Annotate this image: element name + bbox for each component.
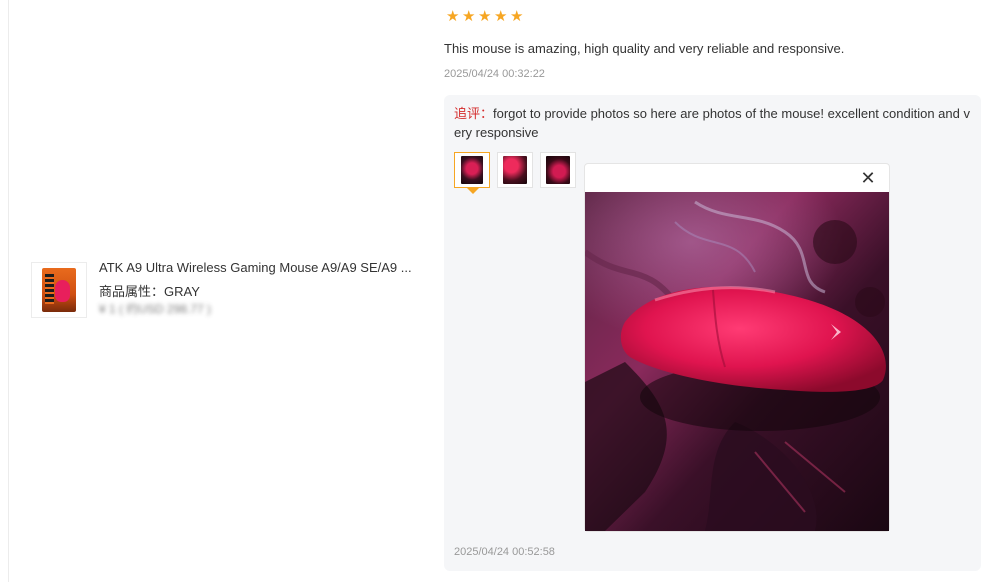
- review-photo-mouse[interactable]: [585, 192, 889, 531]
- followup-date: 2025/04/24 00:52:58: [454, 546, 555, 558]
- photo-thumbnail-image: [461, 156, 483, 184]
- product-title[interactable]: ATK A9 Ultra Wireless Gaming Mouse A9/A9…: [99, 260, 412, 275]
- followup-prefix: 追评：: [454, 106, 494, 121]
- photo-viewer: ✕: [584, 163, 890, 532]
- review-date: 2025/04/24 00:32:22: [444, 68, 545, 80]
- product-info: ATK A9 Ultra Wireless Gaming Mouse A9/A9…: [31, 260, 421, 322]
- followup-text-block: 追评：forgot to provide photos so here are …: [454, 104, 974, 142]
- photo-thumbnail-3[interactable]: [540, 152, 576, 188]
- close-icon[interactable]: ✕: [859, 169, 877, 187]
- photo-thumbnail-image: [546, 156, 570, 184]
- product-thumbnail[interactable]: [31, 262, 87, 318]
- photo-thumbnail-image: [503, 156, 527, 184]
- star-icon: ★: [494, 8, 508, 25]
- product-box-image: [42, 268, 76, 312]
- star-icon: ★: [478, 8, 492, 25]
- photo-thumbnails: [454, 152, 576, 194]
- product-price-blurred: ¥ 1 ( 约USD 298.77 ): [99, 302, 212, 316]
- photo-thumbnail-2[interactable]: [497, 152, 533, 188]
- star-icon: ★: [510, 8, 524, 25]
- star-icon: ★: [462, 8, 476, 25]
- review-text: This mouse is amazing, high quality and …: [444, 41, 845, 56]
- followup-review-panel: 追评：forgot to provide photos so here are …: [444, 95, 981, 571]
- product-attribute: 商品属性：GRAY: [99, 284, 200, 299]
- photo-thumbnail-1[interactable]: [454, 152, 490, 194]
- star-icon: ★: [446, 8, 460, 25]
- followup-text: forgot to provide photos so here are pho…: [454, 106, 970, 140]
- rating-stars: ★ ★ ★ ★ ★: [446, 8, 524, 25]
- left-divider: [8, 0, 9, 582]
